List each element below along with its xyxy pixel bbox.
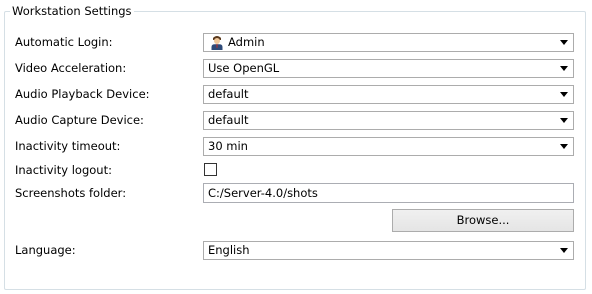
language-select[interactable]: English bbox=[203, 241, 574, 260]
automatic-login-select[interactable]: Admin bbox=[203, 33, 574, 52]
automatic-login-label: Automatic Login: bbox=[15, 35, 113, 49]
audio-playback-label: Audio Playback Device: bbox=[15, 87, 150, 101]
chevron-down-icon bbox=[560, 92, 568, 97]
audio-playback-select[interactable]: default bbox=[203, 85, 574, 104]
chevron-down-icon bbox=[560, 248, 568, 253]
screenshots-folder-value: C:/Server-4.0/shots bbox=[208, 186, 318, 200]
video-acceleration-value: Use OpenGL bbox=[208, 61, 280, 75]
group-title: Workstation Settings bbox=[10, 4, 134, 19]
screenshots-folder-label: Screenshots folder: bbox=[15, 186, 127, 200]
inactivity-timeout-label: Inactivity timeout: bbox=[15, 139, 121, 153]
chevron-down-icon bbox=[560, 40, 568, 45]
language-value: English bbox=[208, 243, 250, 257]
audio-capture-select[interactable]: default bbox=[203, 111, 574, 130]
inactivity-timeout-select[interactable]: 30 min bbox=[203, 137, 574, 156]
automatic-login-value: Admin bbox=[228, 35, 265, 49]
browse-button[interactable]: Browse... bbox=[392, 209, 574, 232]
inactivity-logout-label: Inactivity logout: bbox=[15, 163, 112, 177]
video-acceleration-select[interactable]: Use OpenGL bbox=[203, 59, 574, 78]
language-label: Language: bbox=[15, 243, 76, 257]
video-acceleration-label: Video Acceleration: bbox=[15, 61, 127, 75]
inactivity-logout-checkbox[interactable] bbox=[204, 163, 217, 176]
chevron-down-icon bbox=[560, 144, 568, 149]
audio-capture-value: default bbox=[208, 113, 249, 127]
chevron-down-icon bbox=[560, 118, 568, 123]
inactivity-timeout-value: 30 min bbox=[208, 139, 248, 153]
chevron-down-icon bbox=[560, 66, 568, 71]
audio-capture-label: Audio Capture Device: bbox=[15, 113, 144, 127]
audio-playback-value: default bbox=[208, 87, 249, 101]
screenshots-folder-input[interactable]: C:/Server-4.0/shots bbox=[203, 183, 574, 203]
user-icon bbox=[211, 36, 223, 50]
